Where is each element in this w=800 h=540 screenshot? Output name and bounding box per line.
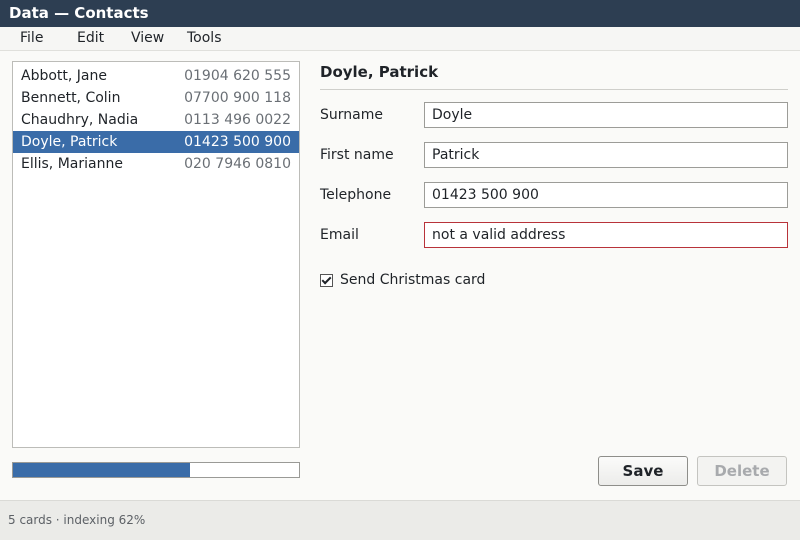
detail-divider	[320, 89, 788, 90]
christmas-card-checkbox[interactable]	[320, 273, 333, 287]
contact-name: Abbott, Jane	[21, 68, 107, 84]
menu-edit[interactable]: Edit	[77, 30, 104, 46]
main-content: Abbott, Jane 01904 620 555 Bennett, Coli…	[0, 51, 800, 500]
progress-fill	[13, 463, 191, 477]
contact-row[interactable]: Bennett, Colin 07700 900 118	[13, 87, 299, 109]
contact-phone: 0113 496 0022	[184, 112, 291, 128]
menu-view[interactable]: View	[131, 30, 164, 46]
telephone-field[interactable]	[424, 182, 788, 208]
contact-phone: 020 7946 0810	[184, 156, 291, 172]
contact-name: Bennett, Colin	[21, 90, 121, 106]
status-bar: 5 cards · indexing 62%	[0, 500, 800, 540]
window-title: Data — Contacts	[0, 0, 800, 27]
first-name-field[interactable]	[424, 142, 788, 168]
christmas-card-option[interactable]: Send Christmas card	[320, 272, 485, 288]
indexing-progress-bar	[12, 462, 300, 478]
contact-phone: 01423 500 900	[184, 134, 291, 150]
save-button[interactable]: Save	[598, 456, 688, 486]
surname-field[interactable]	[424, 102, 788, 128]
contact-phone: 01904 620 555	[184, 68, 291, 84]
contact-phone: 07700 900 118	[184, 90, 291, 106]
menu-file[interactable]: File	[20, 30, 43, 46]
menu-tools[interactable]: Tools	[187, 30, 222, 46]
checkmark-icon	[321, 274, 332, 284]
contact-row[interactable]: Ellis, Marianne 020 7946 0810	[13, 153, 299, 175]
christmas-card-label: Send Christmas card	[340, 272, 486, 288]
contact-row[interactable]: Chaudhry, Nadia 0113 496 0022	[13, 109, 299, 131]
contact-name: Chaudhry, Nadia	[21, 112, 139, 128]
email-field[interactable]	[424, 222, 788, 248]
email-label: Email	[320, 227, 359, 243]
menu-bar: File Edit View Tools	[0, 27, 800, 51]
telephone-label: Telephone	[320, 187, 392, 203]
contact-name: Doyle, Patrick	[21, 134, 118, 150]
contact-name: Ellis, Marianne	[21, 156, 123, 172]
first-name-label: First name	[320, 147, 394, 163]
contact-row[interactable]: Abbott, Jane 01904 620 555	[13, 65, 299, 87]
delete-button[interactable]: Delete	[697, 456, 787, 486]
surname-label: Surname	[320, 107, 383, 123]
detail-title: Doyle, Patrick	[320, 63, 439, 81]
contact-row[interactable]: Doyle, Patrick 01423 500 900	[13, 131, 299, 153]
contact-list[interactable]: Abbott, Jane 01904 620 555 Bennett, Coli…	[12, 61, 300, 448]
